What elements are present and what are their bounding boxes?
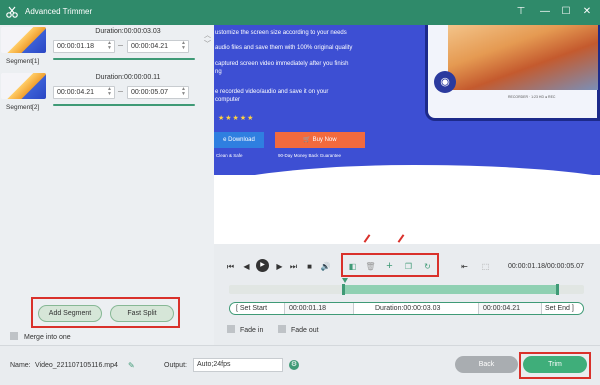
player-controls: ⏮ ◀ ▶ ▶ ⏭ ■ 🔊 ◧ 🗑 + ❐ ↻ ⇤ ⬚ 00:00:01.18/…: [214, 234, 600, 345]
output-label: Output:: [164, 362, 187, 369]
segment-progress-bar: [53, 58, 195, 60]
preview-text: RECORDER · 1:23 HD ● REC: [508, 95, 556, 99]
range-duration: Duration:00:00:03.03: [375, 305, 441, 312]
segment-end-field[interactable]: 00:00:04.21 ▲ ▼: [127, 40, 189, 53]
previous-frame-icon[interactable]: ◀: [241, 261, 252, 272]
preview-download-button: e Download: [214, 132, 264, 148]
back-button[interactable]: Back: [455, 356, 518, 373]
skip-start-icon[interactable]: ⏮: [225, 261, 236, 272]
next-frame-icon[interactable]: ▶: [274, 261, 285, 272]
title-bar: Advanced Trimmer ⊤ — ☐ ✕: [0, 0, 600, 25]
restore-button[interactable]: ☐: [558, 4, 574, 20]
range-row: [ Set Start 00:00:01.18 Duration:00:00:0…: [229, 302, 584, 315]
add-segment-button[interactable]: Add Segment: [38, 305, 102, 322]
footer-bar: Name: Video_221107105116.mp4 ✎ Output: A…: [0, 345, 600, 385]
set-start-button[interactable]: [ Set Start: [236, 303, 267, 314]
playback-timecode: 00:00:01.18/00:00:05.07: [508, 263, 584, 270]
range-dash: [118, 45, 123, 46]
segment-card[interactable]: Segment[2] Duration:00:00:00.11 00:00:04…: [0, 71, 214, 115]
preview-text: captured screen video immediately after …: [215, 61, 349, 67]
segment-thumbnail: [1, 73, 46, 99]
range-dash: [118, 91, 123, 92]
preview-text: computer: [215, 97, 241, 103]
stop-icon[interactable]: ■: [304, 261, 315, 272]
file-name: Video_221107105116.mp4: [35, 362, 118, 369]
end-time-field[interactable]: 00:00:04.21: [478, 303, 542, 314]
trimmer-logo-icon: [6, 6, 18, 18]
start-time-field[interactable]: 00:00:01.18: [284, 303, 354, 314]
window-title: Advanced Trimmer: [25, 7, 93, 16]
stepper-icon[interactable]: ▲ ▼: [180, 87, 187, 98]
segment-label: Segment[1]: [6, 58, 40, 65]
preview-text: audio files and save them with 100% orig…: [215, 45, 353, 51]
gear-icon[interactable]: ⚙: [289, 360, 299, 370]
move-down-icon[interactable]: ﹀: [204, 39, 211, 49]
segment-thumbnail: [1, 27, 46, 53]
segment-duration: Duration:00:00:00.11: [95, 74, 161, 81]
fade-out-checkbox[interactable]: Fade out: [278, 325, 319, 334]
preview-wave: [214, 165, 600, 244]
output-format-field[interactable]: Auto;24fps: [193, 358, 283, 372]
play-button[interactable]: ▶: [256, 259, 269, 272]
rating-stars: ★★★★★: [218, 115, 255, 122]
preview-text: ng: [215, 69, 222, 75]
preview-text: ustomize the screen size according to yo…: [215, 30, 347, 36]
start-handle[interactable]: [342, 284, 345, 295]
split-icon[interactable]: ◧: [347, 261, 358, 272]
stepper-icon[interactable]: ▲ ▼: [106, 87, 113, 98]
playhead-marker[interactable]: [342, 278, 348, 283]
set-end-button[interactable]: Set End ]: [545, 303, 574, 314]
stepper-icon[interactable]: ▲ ▼: [106, 41, 113, 52]
segment-end-field[interactable]: 00:00:05.07 ▲ ▼: [127, 86, 189, 99]
segment-start-field[interactable]: 00:00:01.18 ▲ ▼: [53, 40, 115, 53]
segment-list-panel: Segment[1] Duration:00:00:03.03 00:00:01…: [0, 25, 214, 345]
close-button[interactable]: ✕: [579, 4, 595, 20]
delete-icon[interactable]: 🗑: [365, 261, 376, 272]
segment-start-field[interactable]: 00:00:04.21 ▲ ▼: [53, 86, 115, 99]
preview-text: Clean & Safe: [216, 153, 243, 158]
merge-checkbox[interactable]: Merge into one: [10, 332, 71, 341]
add-icon[interactable]: +: [384, 261, 395, 272]
preview-text: 90-Day Money Back Guarantee: [278, 153, 342, 158]
skip-end-icon[interactable]: ⏭: [288, 261, 299, 272]
fade-in-checkbox[interactable]: Fade in: [227, 325, 263, 334]
preview-device: ◉ RECORDER · 1:23 HD ● REC: [425, 25, 600, 121]
jump-to-start-icon[interactable]: ⇤: [459, 261, 470, 272]
camera-icon: ◉: [434, 71, 456, 93]
edit-name-icon[interactable]: ✎: [128, 361, 135, 370]
fast-split-button[interactable]: Fast Split: [110, 305, 174, 322]
segment-duration: Duration:00:00:03.03: [95, 28, 161, 35]
pin-button[interactable]: ⊤: [513, 4, 529, 20]
stepper-icon[interactable]: ▲ ▼: [180, 41, 187, 52]
copy-icon[interactable]: ❐: [403, 261, 414, 272]
segment-card[interactable]: Segment[1] Duration:00:00:03.03 00:00:01…: [0, 25, 214, 69]
preview-photo: [448, 25, 598, 90]
segment-progress-bar: [53, 104, 195, 106]
preview-text: e recorded video/audio and save it on yo…: [215, 89, 329, 95]
checkbox-icon[interactable]: [10, 332, 18, 340]
volume-icon[interactable]: 🔊: [320, 261, 331, 272]
timeline-track[interactable]: [229, 284, 584, 295]
checkbox-icon[interactable]: [278, 325, 286, 333]
trim-button[interactable]: Trim: [523, 356, 587, 373]
segment-label: Segment[2]: [6, 104, 40, 111]
timeline-selection[interactable]: [343, 285, 558, 294]
checkbox-icon[interactable]: [227, 325, 235, 333]
preview-buy-button: 🛒 Buy Now: [275, 132, 365, 148]
minimize-button[interactable]: —: [537, 4, 553, 20]
video-preview: ustomize the screen size according to yo…: [214, 25, 600, 244]
crop-icon[interactable]: ⬚: [480, 261, 491, 272]
name-label: Name:: [10, 362, 31, 369]
reset-icon[interactable]: ↻: [422, 261, 433, 272]
end-handle[interactable]: [556, 284, 559, 295]
